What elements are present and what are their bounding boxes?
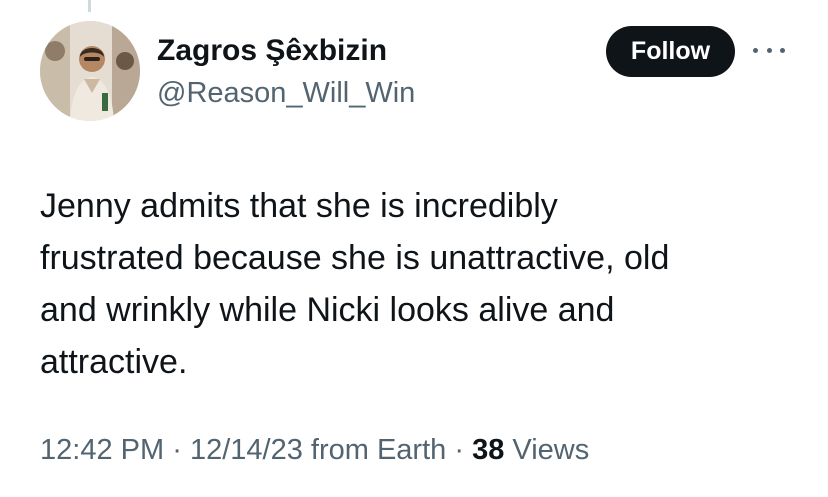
avatar-photo: [40, 21, 140, 121]
author-handle[interactable]: @Reason_Will_Win: [157, 76, 415, 110]
more-dot: [766, 47, 772, 53]
tweet-meta: 12:42 PM · 12/14/23 from Earth · 38 View…: [40, 432, 589, 468]
tweet-text-line: Jenny admits that she is incredibly: [40, 187, 558, 225]
tweet-text: Jenny admits that she is incredibly frus…: [40, 180, 800, 388]
meta-separator: ·: [172, 434, 182, 466]
views-label: Views: [512, 434, 590, 466]
tweet-source: from Earth: [310, 434, 447, 466]
thread-connector-line: [88, 0, 91, 12]
avatar[interactable]: [40, 21, 140, 121]
follow-button[interactable]: Follow: [606, 26, 735, 77]
views-count: 38: [472, 434, 505, 466]
tweet-date[interactable]: 12/14/23: [190, 434, 303, 466]
more-dot: [753, 47, 758, 53]
meta-separator: ·: [454, 434, 464, 466]
tweet-text-line: and wrinkly while Nicki looks alive and: [40, 291, 615, 329]
tweet-text-line: attractive.: [40, 343, 188, 381]
tweet-time[interactable]: 12:42 PM: [40, 434, 164, 466]
more-dot: [780, 47, 785, 53]
tweet-text-line: frustrated because she is unattractive, …: [40, 239, 670, 277]
author-name[interactable]: Zagros Şêxbizin: [157, 33, 387, 69]
tweet-card: Zagros Şêxbizin @Reason_Will_Win Follow …: [0, 0, 828, 497]
more-horizontal-icon[interactable]: [753, 40, 785, 60]
